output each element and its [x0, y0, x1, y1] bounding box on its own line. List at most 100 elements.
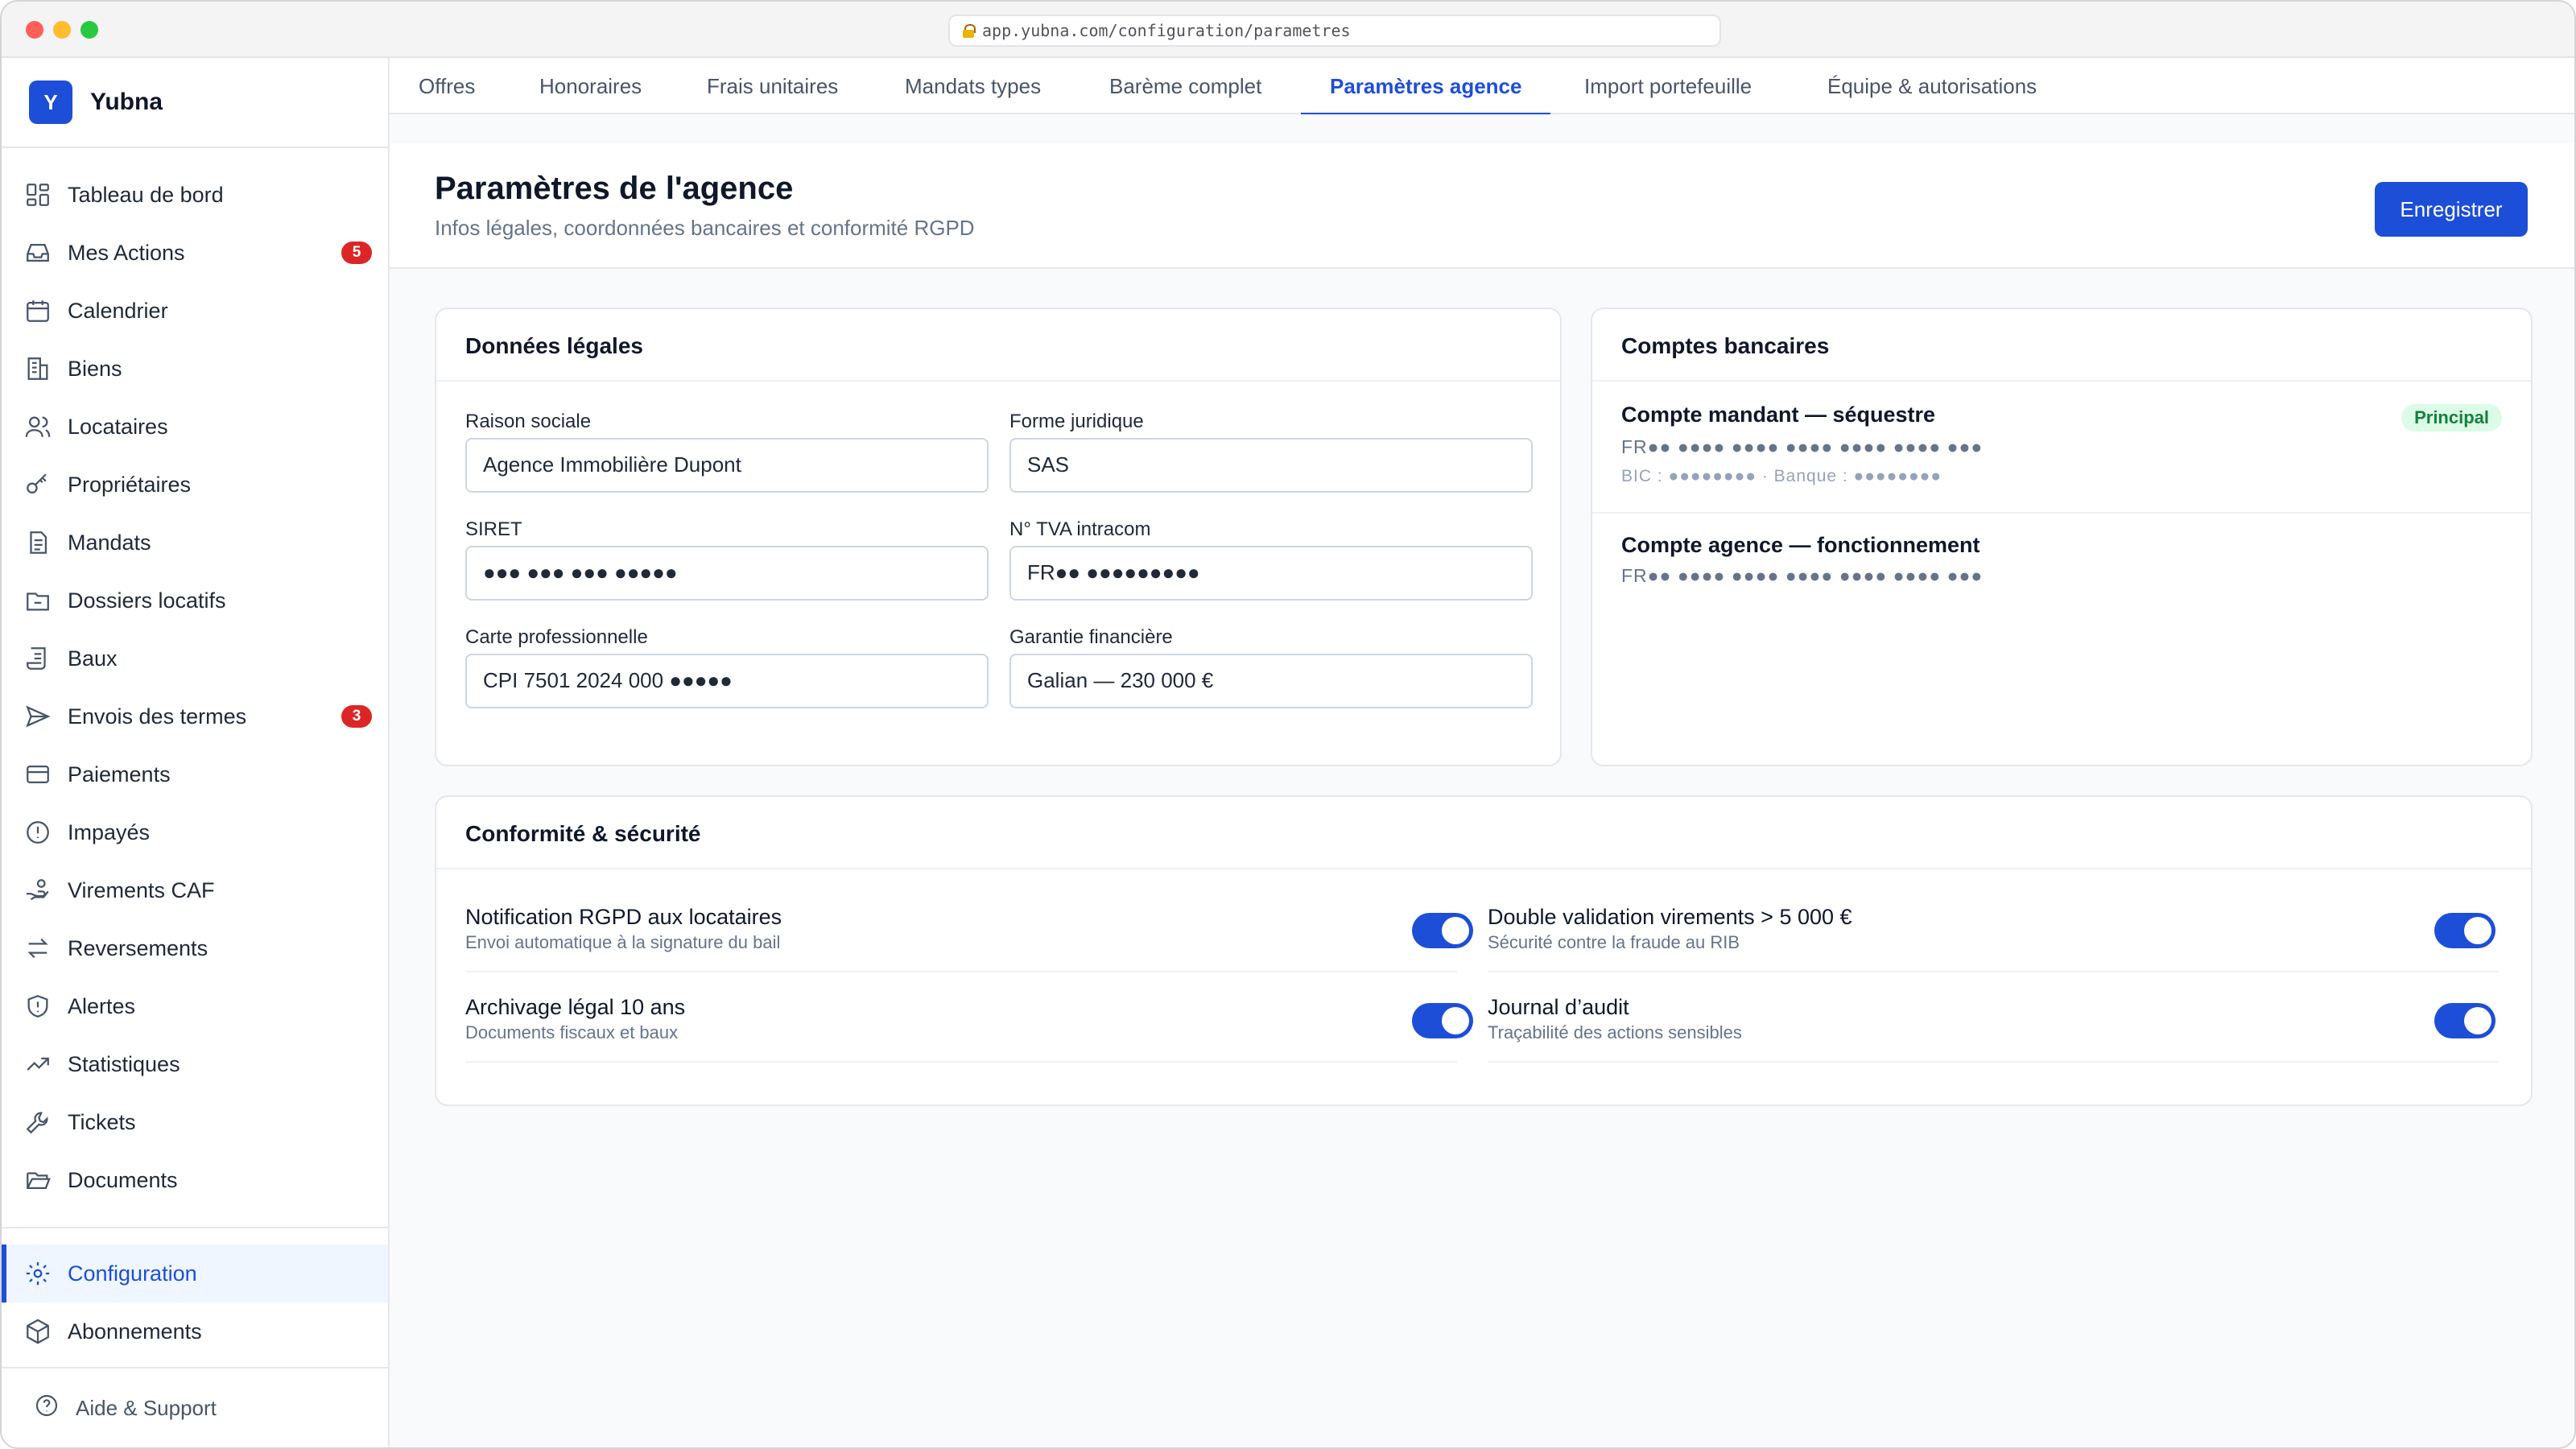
send-icon	[24, 703, 52, 730]
maximize-window-button[interactable]	[80, 21, 98, 39]
tab-parametres-agence[interactable]: Paramètres agence	[1300, 58, 1552, 116]
sidebar-item-configuration[interactable]: Configuration	[2, 1245, 388, 1302]
address-bar[interactable]: app.yubna.com/configuration/parametres	[948, 14, 1721, 47]
help-circle-icon	[34, 1393, 60, 1424]
sidebar-item-statistiques[interactable]: Statistiques	[2, 1035, 388, 1093]
brand-name: Yubna	[90, 89, 163, 115]
row-divider	[465, 971, 1457, 972]
sidebar-item-documents[interactable]: Documents	[2, 1151, 388, 1209]
sidebar-item-dossiers-locatifs[interactable]: Dossiers locatifs	[2, 572, 388, 630]
siret-input[interactable]: ●●● ●●● ●●● ●●●●●	[465, 546, 989, 601]
principal-badge: Principal	[2401, 404, 2502, 431]
toggle-title: Journal d’audit	[1488, 995, 1629, 1019]
sidebar-item-impayes[interactable]: Impayés	[2, 803, 388, 861]
bank-accounts-card: Comptes bancaires Compte mandant — séque…	[1591, 308, 2533, 766]
audit-log-toggle[interactable]	[2434, 1003, 2496, 1038]
toggle-description: Traçabilité des actions sensibles	[1488, 1022, 1742, 1042]
sidebar-item-tableau-de-bord[interactable]: Tableau de bord	[2, 166, 388, 224]
arrows-icon	[24, 935, 52, 962]
gear-icon	[24, 1260, 52, 1287]
card-title: Données légales	[465, 333, 643, 358]
sidebar-item-label: Biens	[68, 356, 122, 381]
bank-account-name[interactable]: Compte mandant — séquestre	[1621, 402, 1935, 427]
tab-label: Honoraires	[539, 73, 642, 98]
url-text: app.yubna.com/configuration/parametres	[982, 21, 1351, 40]
browser-titlebar: app.yubna.com/configuration/parametres	[2, 2, 2574, 58]
sidebar-item-envois-des-termes[interactable]: Envois des termes 3	[2, 687, 388, 745]
sidebar-item-tickets[interactable]: Tickets	[2, 1093, 388, 1151]
sidebar-item-calendrier[interactable]: Calendrier	[2, 282, 388, 340]
sidebar-item-label: Virements CAF	[68, 877, 215, 902]
tab-bareme-complet[interactable]: Barème complet	[1109, 58, 1261, 114]
card-divider	[436, 868, 2531, 869]
sidebar-item-label: Envois des termes	[68, 704, 247, 729]
sidebar-nav: Tableau de bord Mes Actions 5 Calendrier…	[2, 166, 388, 1209]
sidebar-item-label: Impayés	[68, 819, 151, 844]
count-badge: 3	[341, 705, 372, 728]
sidebar-item-label: Configuration	[68, 1261, 197, 1286]
field-label: SIRET	[465, 518, 522, 540]
row-divider	[1488, 1061, 2499, 1063]
toggle-description: Documents fiscaux et baux	[465, 1022, 679, 1042]
folder-icon	[24, 587, 52, 614]
field-label: N° TVA intracom	[1009, 518, 1151, 540]
sidebar-item-label: Statistiques	[68, 1051, 180, 1076]
sidebar-divider	[2, 1227, 388, 1228]
tab-mandats-types[interactable]: Mandats types	[905, 58, 1041, 114]
close-window-button[interactable]	[26, 21, 43, 39]
tab-equipe-autorisations[interactable]: Équipe & autorisations	[1827, 58, 2037, 114]
wrench-icon	[24, 1108, 52, 1136]
row-divider	[1488, 971, 2499, 972]
credit-card-icon	[24, 761, 52, 788]
sidebar-item-label: Calendrier	[68, 298, 168, 323]
rgpd-notification-toggle[interactable]	[1412, 913, 1473, 948]
row-divider	[465, 1061, 1457, 1063]
toggle-title: Double validation virements > 5 000 €	[1488, 905, 1852, 929]
trend-icon	[24, 1051, 52, 1078]
tab-label: Import portefeuille	[1584, 73, 1752, 98]
sidebar-item-alertes[interactable]: Alertes	[2, 977, 388, 1035]
users-icon	[24, 413, 52, 440]
building-icon	[24, 355, 52, 382]
sidebar-item-mes-actions[interactable]: Mes Actions 5	[2, 224, 388, 282]
forme-juridique-input[interactable]: SAS	[1009, 438, 1533, 493]
sidebar-item-locataires[interactable]: Locataires	[2, 398, 388, 456]
sidebar-item-label: Documents	[68, 1167, 178, 1192]
sidebar-item-baux[interactable]: Baux	[2, 630, 388, 687]
sidebar-item-label: Tickets	[68, 1109, 136, 1134]
count-badge: 5	[341, 242, 372, 264]
double-validation-toggle[interactable]	[2434, 913, 2496, 948]
scroll-icon	[24, 645, 52, 672]
sidebar-item-label: Baux	[68, 646, 118, 671]
page-title: Paramètres de l'agence	[435, 171, 794, 206]
card-divider	[1592, 380, 2531, 382]
brand[interactable]: Y Yubna	[29, 80, 163, 124]
tab-frais-unitaires[interactable]: Frais unitaires	[707, 58, 838, 114]
help-support-link[interactable]: Aide & Support	[34, 1393, 217, 1424]
sidebar-item-paiements[interactable]: Paiements	[2, 745, 388, 803]
tab-label: Mandats types	[905, 73, 1042, 98]
sidebar-bottom-nav: Configuration Abonnements	[2, 1245, 388, 1360]
tab-offres[interactable]: Offres	[419, 58, 475, 114]
tab-label: Paramètres agence	[1330, 73, 1522, 98]
sidebar-item-biens[interactable]: Biens	[2, 340, 388, 398]
archivage-legal-toggle[interactable]	[1412, 1003, 1473, 1038]
help-support-label: Aide & Support	[76, 1396, 217, 1420]
carte-professionnelle-input[interactable]: CPI 7501 2024 000 ●●●●●	[465, 654, 989, 708]
tab-honoraires[interactable]: Honoraires	[539, 58, 642, 114]
minimize-window-button[interactable]	[53, 21, 71, 39]
save-button[interactable]: Enregistrer	[2375, 182, 2528, 237]
sidebar-item-virements-caf[interactable]: Virements CAF	[2, 861, 388, 919]
package-icon	[24, 1318, 52, 1345]
garantie-financiere-input[interactable]: Galian — 230 000 €	[1009, 654, 1533, 708]
sidebar-item-mandats[interactable]: Mandats	[2, 514, 388, 572]
tva-intracom-input[interactable]: FR●● ●●●●●●●●●	[1009, 546, 1533, 601]
sidebar-divider	[2, 147, 388, 148]
dashboard-icon	[24, 181, 52, 208]
sidebar-item-abonnements[interactable]: Abonnements	[2, 1302, 388, 1360]
tab-import-portefeuille[interactable]: Import portefeuille	[1584, 58, 1752, 114]
raison-sociale-input[interactable]: Agence Immobilière Dupont	[465, 438, 989, 493]
sidebar-item-reversements[interactable]: Reversements	[2, 919, 388, 977]
bank-account-name[interactable]: Compte agence — fonctionnement	[1621, 533, 1980, 558]
sidebar-item-proprietaires[interactable]: Propriétaires	[2, 456, 388, 514]
